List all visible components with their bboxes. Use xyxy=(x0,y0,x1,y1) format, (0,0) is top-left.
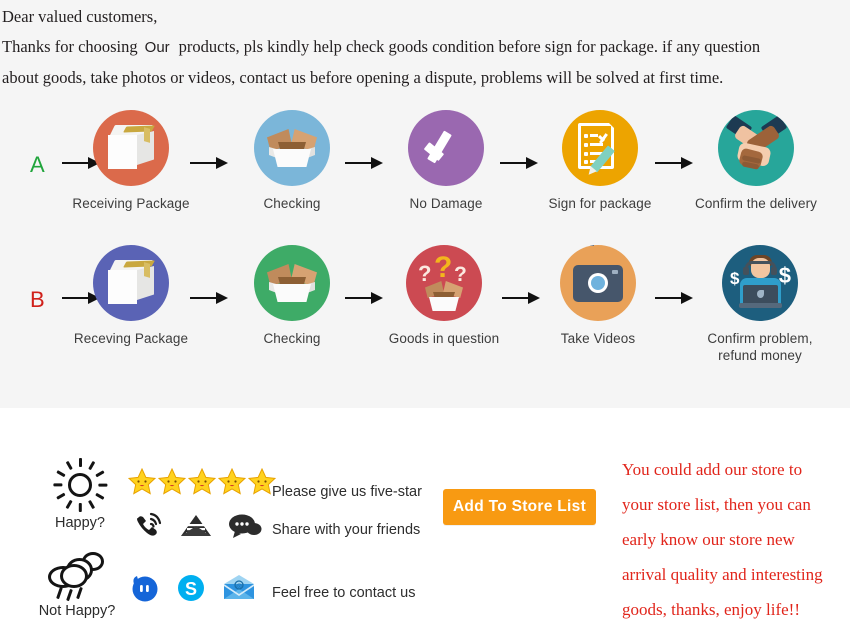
flow-step-label: Receiving Package xyxy=(72,196,190,211)
flow-step-b-5: $ $ Confirm problem, refund money xyxy=(690,245,830,364)
flow-step-b-1: Receving Package xyxy=(61,245,201,347)
add-to-store-list-button[interactable]: Add To Store List xyxy=(443,489,596,525)
flow-step-label-line1: Confirm problem, xyxy=(707,331,813,346)
svg-text:S: S xyxy=(185,579,197,599)
promo-line-2: your store list, then you can xyxy=(622,495,811,514)
closed-box-icon xyxy=(93,245,169,321)
flow-step-a-3: No Damage xyxy=(376,110,516,212)
flow-step-label: Confirm problem, refund money xyxy=(690,330,830,364)
signed-document-icon xyxy=(562,110,638,186)
mood-not-happy: Not Happy? xyxy=(22,550,132,619)
flow-step-label: Take Videos xyxy=(560,331,636,346)
svg-text:@: @ xyxy=(236,584,242,590)
sun-icon xyxy=(53,458,108,512)
rain-cloud-icon xyxy=(46,550,108,602)
contact-icons-row-1 xyxy=(134,512,262,544)
flow-step-label: Checking xyxy=(263,196,321,211)
checkmark-icon xyxy=(408,110,484,186)
intro-line-2-part-1: Thanks for choosing xyxy=(2,37,138,56)
flow-row-b: B Receving Package Checking ? ? ? Goods … xyxy=(0,245,850,375)
mood-happy: Happy? xyxy=(25,458,135,531)
open-box-icon xyxy=(254,245,330,321)
message-five-star: Please give us five-star xyxy=(272,484,422,500)
star-icon[interactable] xyxy=(128,468,156,495)
promo-line-1: You could add our store to xyxy=(622,460,803,479)
star-icon[interactable] xyxy=(218,468,246,495)
flow-row-a: A Receiving Package Checking No Damage S… xyxy=(0,110,850,240)
flow-step-label: Receving Package xyxy=(73,331,189,346)
handshake-icon xyxy=(718,110,794,186)
arrow-icon xyxy=(655,291,695,305)
aliwangwang-icon[interactable] xyxy=(130,574,160,607)
flow-step-b-4: Take Videos xyxy=(528,245,668,347)
flow-step-b-2: Checking xyxy=(222,245,362,347)
flow-step-label: Sign for package xyxy=(548,196,652,211)
flow-step-label: Checking xyxy=(263,331,321,346)
flow-step-a-4: Sign for package xyxy=(530,110,670,212)
dollar-sign-icon: $ xyxy=(730,269,740,288)
promo-banner: Dear valued customers, Thanks for choosi… xyxy=(0,0,850,632)
star-icon[interactable] xyxy=(158,468,186,495)
flow-step-a-2: Checking xyxy=(222,110,362,212)
intro-line-3: about goods, take photos or videos, cont… xyxy=(2,68,724,87)
chat-bubble-icon[interactable] xyxy=(228,513,262,544)
intro-text-block: Dear valued customers, Thanks for choosi… xyxy=(0,2,850,93)
mood-not-happy-label: Not Happy? xyxy=(38,603,116,619)
intro-line-2: Thanks for choosing Our products, pls kind… xyxy=(0,32,850,63)
envelope-icon[interactable] xyxy=(180,513,212,544)
promo-line-4: arrival quality and interesting xyxy=(622,565,823,584)
camera-icon xyxy=(560,245,636,321)
mood-happy-label: Happy? xyxy=(55,515,105,531)
contact-icons-row-2: S @ xyxy=(130,574,256,607)
skype-icon[interactable]: S xyxy=(176,574,206,607)
intro-line-1: Dear valued customers, xyxy=(2,7,158,26)
flow-step-label: No Damage xyxy=(409,196,483,211)
intro-our-word: Our xyxy=(144,39,170,56)
intro-line-2-part-2: products, pls kindly help check goods co… xyxy=(178,37,761,56)
star-icon[interactable] xyxy=(188,468,216,495)
promo-text: You could add our store to your store li… xyxy=(622,452,850,627)
support-agent-icon: $ $ xyxy=(722,245,798,321)
top-section: Dear valued customers, Thanks for choosi… xyxy=(0,0,850,408)
star-rating[interactable] xyxy=(128,468,276,495)
promo-line-3: early know our store new xyxy=(622,530,795,549)
email-message-icon[interactable]: @ xyxy=(222,574,256,607)
flow-badge-a: A xyxy=(30,152,46,177)
flow-step-a-1: Receiving Package xyxy=(61,110,201,212)
open-box-icon xyxy=(254,110,330,186)
message-share: Share with your friends xyxy=(272,522,421,538)
flow-badge-b: B xyxy=(30,287,46,312)
question-box-icon: ??? xyxy=(406,245,482,321)
closed-box-icon xyxy=(93,110,169,186)
promo-line-5: goods, thanks, enjoy life!! xyxy=(622,600,800,619)
flow-step-label-line2: refund money xyxy=(718,348,802,363)
phone-ring-icon[interactable] xyxy=(134,512,164,544)
flow-step-label: Goods in question xyxy=(388,331,500,346)
message-contact: Feel free to contact us xyxy=(272,585,416,601)
flow-step-a-5: Confirm the delivery xyxy=(686,110,826,212)
flow-step-label: Confirm the delivery xyxy=(694,196,818,211)
flow-step-b-3: ??? Goods in question xyxy=(374,245,514,347)
